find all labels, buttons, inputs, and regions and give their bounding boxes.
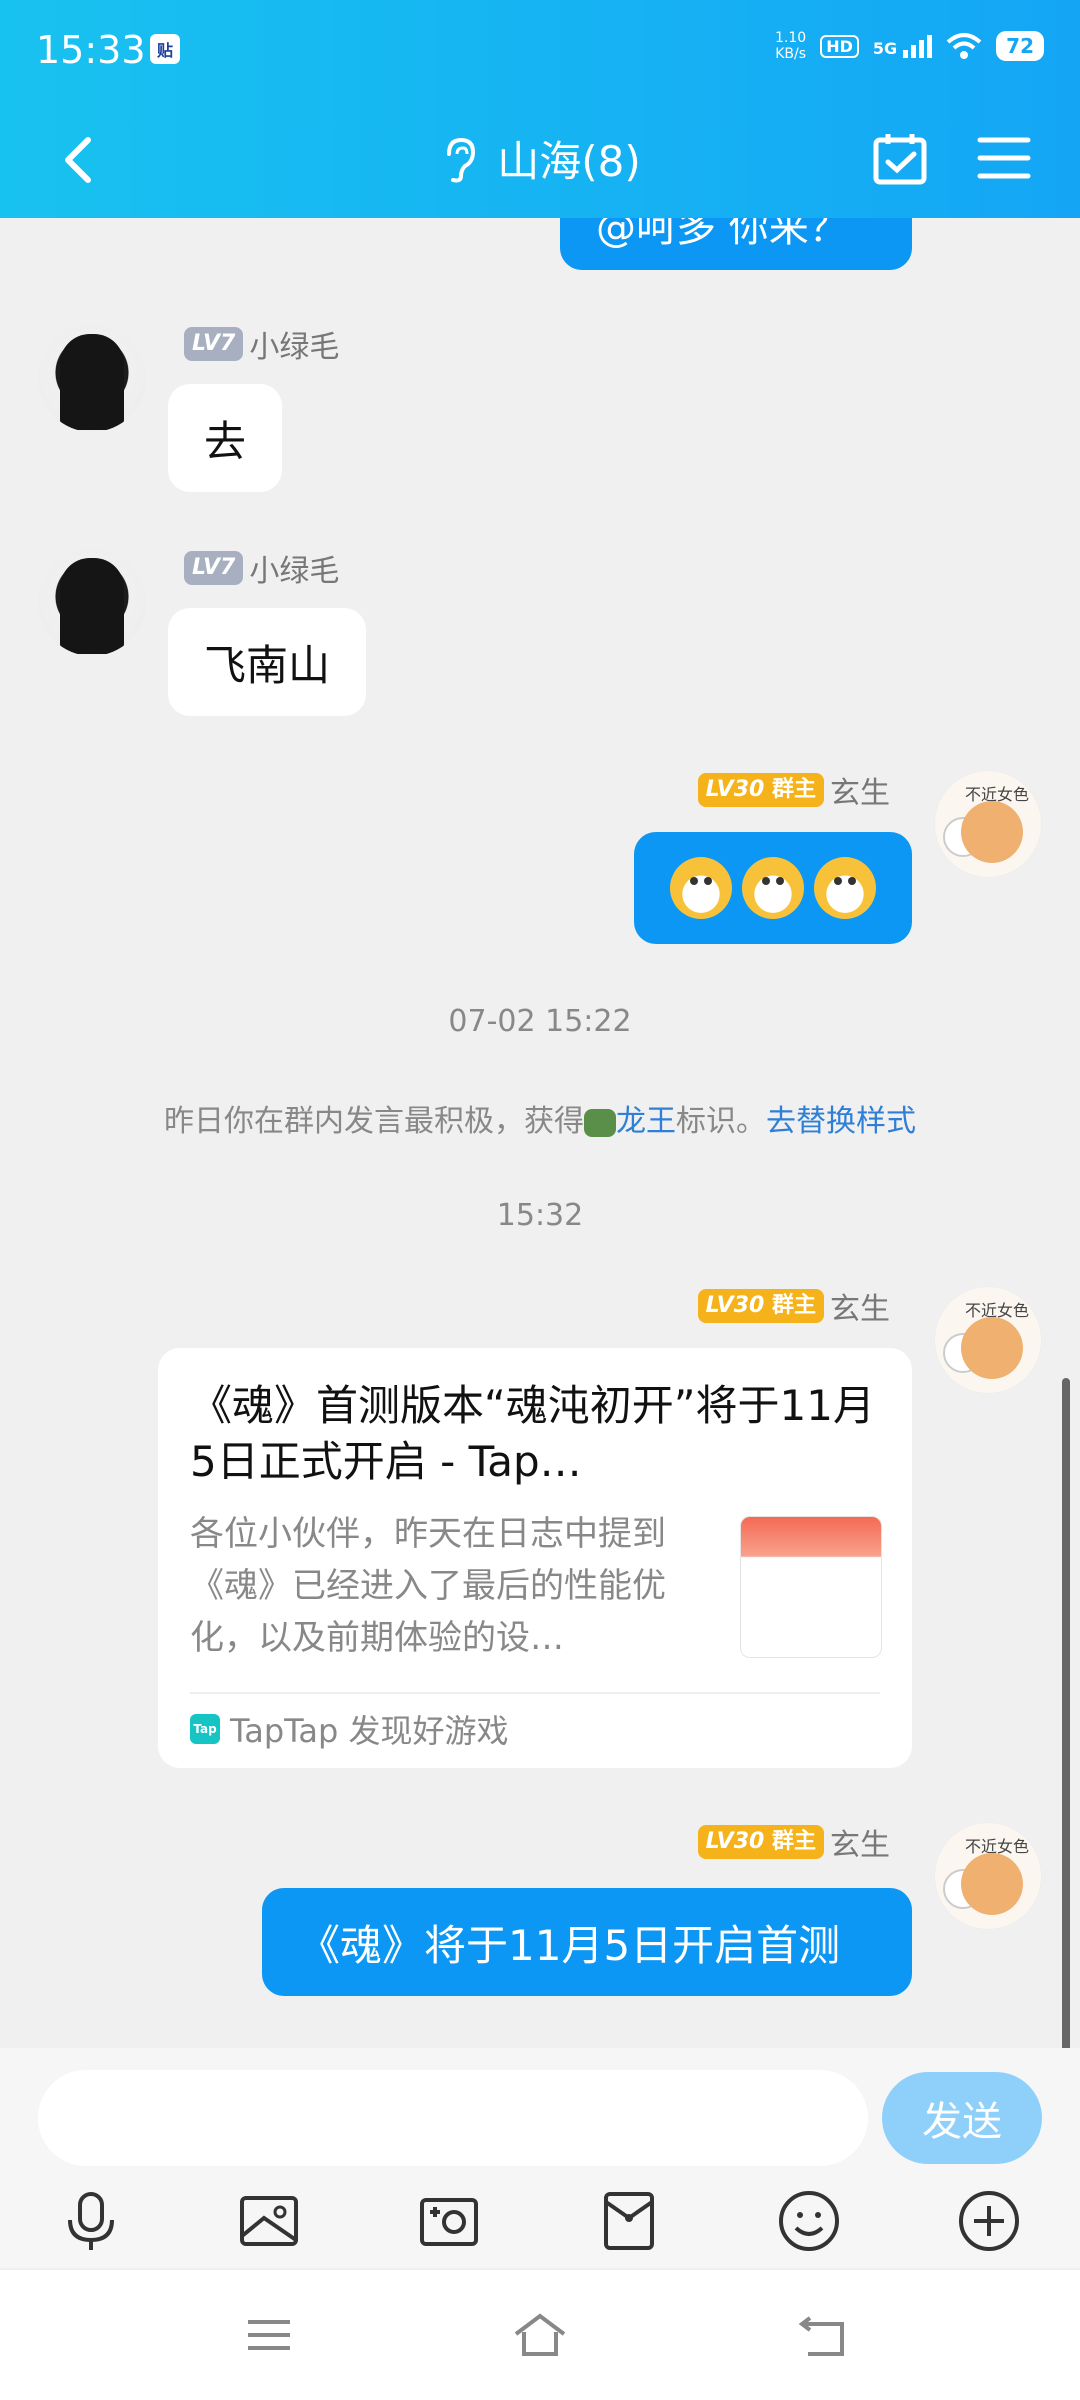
message-bubble[interactable]: 去 xyxy=(168,384,283,492)
level-badge: LV7 xyxy=(184,551,244,585)
sender-line: LV7 小绿毛 xyxy=(184,546,339,590)
notice-text-suffix: 标识。 xyxy=(676,1104,766,1139)
sender-name[interactable]: 小绿毛 xyxy=(249,322,339,366)
app-notification-icon: 贴 xyxy=(150,34,180,64)
card-thumbnail xyxy=(740,1516,882,1658)
status-right: 1.10 KB/s HD 5G 72 xyxy=(775,30,1044,62)
card-source: Tap TapTap 发现好游戏 xyxy=(190,1706,509,1752)
sender-name[interactable]: 玄生 xyxy=(830,1820,890,1864)
level-badge: LV7 xyxy=(184,327,244,361)
message-text: 去 xyxy=(204,416,247,466)
owner-badge: LV30 群主 xyxy=(697,773,824,807)
role-text: 群主 xyxy=(771,777,816,802)
status-bar: 15:33 贴 1.10 KB/s HD 5G 72 xyxy=(0,0,1080,100)
signal-icon: 5G xyxy=(872,34,933,58)
chat-title: 山海(8) xyxy=(497,137,641,186)
chat-header: 15:33 贴 1.10 KB/s HD 5G 72 山海(8) xyxy=(0,0,1080,218)
emoji-icon xyxy=(814,857,876,919)
camera-icon[interactable] xyxy=(416,2188,482,2254)
nav-home-icon[interactable] xyxy=(512,2310,568,2360)
role-text: 群主 xyxy=(771,1293,816,1318)
nav-bar: 山海(8) xyxy=(0,110,1080,210)
input-bar: 发送 xyxy=(0,2048,1080,2268)
toolbar xyxy=(0,2180,1080,2260)
emoji-icon xyxy=(670,857,732,919)
send-button[interactable]: 发送 xyxy=(882,2072,1042,2164)
system-notice: 昨日你在群内发言最积极，获得 龙王标识。去替换样式 xyxy=(0,1096,1080,1140)
card-divider xyxy=(190,1692,880,1694)
sender-name[interactable]: 玄生 xyxy=(830,1284,890,1328)
avatar[interactable]: 不近女色 xyxy=(934,770,1042,878)
red-packet-icon[interactable] xyxy=(596,2188,662,2254)
sender-line: LV7 小绿毛 xyxy=(184,322,339,366)
calendar-check-icon[interactable] xyxy=(870,128,930,188)
owner-badge: LV30 群主 xyxy=(697,1289,824,1323)
avatar[interactable] xyxy=(38,324,146,432)
net-speed-unit: KB/s xyxy=(775,46,807,62)
message-bubble[interactable]: 《魂》将于11月5日开启首测 xyxy=(262,1888,912,1996)
battery-icon: 72 xyxy=(996,31,1044,61)
timestamp: 15:32 xyxy=(496,1198,584,1233)
image-icon[interactable] xyxy=(236,2188,302,2254)
mic-icon[interactable] xyxy=(58,2188,124,2254)
net-speed: 1.10 KB/s xyxy=(775,30,806,62)
replace-style-link[interactable]: 去替换样式 xyxy=(766,1104,916,1139)
net-speed-value: 1.10 xyxy=(775,30,807,46)
level-text: LV30 xyxy=(705,1293,765,1318)
message-text: @呵多 你来？ xyxy=(596,218,849,251)
link-share-card[interactable]: 《魂》首测版本“魂沌初开”将于11月5日正式开启 - Tap… 各位小伙伴，昨天… xyxy=(158,1348,912,1768)
level-text: LV30 xyxy=(705,1829,765,1854)
sender-name[interactable]: 玄生 xyxy=(830,768,890,812)
card-source-text: TapTap 发现好游戏 xyxy=(230,1712,509,1750)
card-title: 《魂》首测版本“魂沌初开”将于11月5日正式开启 - Tap… xyxy=(190,1381,875,1486)
sender-line: LV30 群主 玄生 xyxy=(697,1820,890,1864)
dragon-king-icon xyxy=(584,1108,616,1137)
avatar[interactable] xyxy=(38,548,146,656)
emoji-icon[interactable] xyxy=(776,2188,842,2254)
avatar[interactable]: 不近女色 xyxy=(934,1822,1042,1930)
sender-line: LV30 群主 玄生 xyxy=(697,1284,890,1328)
ear-icon xyxy=(447,137,476,182)
card-description: 各位小伙伴，昨天在日志中提到《魂》已经进入了最后的性能优化，以及前期体验的设… xyxy=(190,1514,666,1658)
message-text: 《魂》将于11月5日开启首测 xyxy=(298,1920,841,1970)
net-type: 5G xyxy=(872,38,898,58)
plus-icon[interactable] xyxy=(956,2188,1022,2254)
message-input[interactable] xyxy=(38,2070,868,2166)
chat-list[interactable]: @呵多 你来？ LV7 小绿毛 去 LV7 小绿毛 飞南山 不近女色 LV30 … xyxy=(0,218,1080,2048)
hd-icon: HD xyxy=(820,34,859,58)
nav-back-icon[interactable] xyxy=(798,2310,848,2360)
taptap-icon: Tap xyxy=(190,1714,220,1744)
avatar[interactable]: 不近女色 xyxy=(934,1286,1042,1394)
owner-badge: LV30 群主 xyxy=(697,1825,824,1859)
wifi-icon xyxy=(946,33,982,59)
menu-icon[interactable] xyxy=(976,130,1032,186)
sender-line: LV30 群主 玄生 xyxy=(697,768,890,812)
timestamp: 07-02 15:22 xyxy=(448,1004,632,1039)
message-text: 飞南山 xyxy=(204,640,331,690)
emoji-message-bubble[interactable] xyxy=(634,832,912,944)
notice-text: 昨日你在群内发言最积极，获得 xyxy=(164,1104,584,1139)
notice-badge-text: 龙王 xyxy=(616,1104,676,1139)
sender-name[interactable]: 小绿毛 xyxy=(249,546,339,590)
message-bubble[interactable]: 飞南山 xyxy=(168,608,367,716)
system-nav-bar xyxy=(0,2270,1080,2400)
role-text: 群主 xyxy=(771,1829,816,1854)
nav-menu-icon[interactable] xyxy=(244,2310,294,2360)
message-bubble[interactable]: @呵多 你来？ xyxy=(560,218,912,270)
level-text: LV30 xyxy=(705,777,765,802)
status-time: 15:33 xyxy=(36,28,146,72)
emoji-icon xyxy=(742,857,804,919)
scrollbar[interactable] xyxy=(1062,1378,1070,2048)
